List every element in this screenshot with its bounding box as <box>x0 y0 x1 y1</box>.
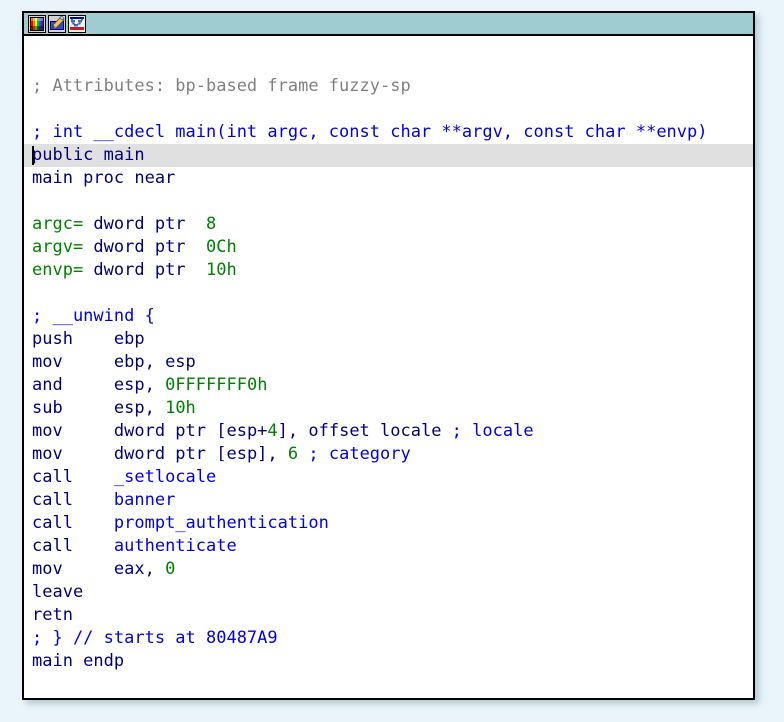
code-line[interactable]: main endp <box>24 650 753 673</box>
code-line[interactable]: main proc near <box>24 167 753 190</box>
code-line[interactable]: push ebp <box>24 328 753 351</box>
code-line[interactable]: argc= dword ptr 8 <box>24 213 753 236</box>
code-line-blank[interactable] <box>24 282 753 305</box>
disassembly-code-area[interactable]: ; Attributes: bp-based frame fuzzy-sp ; … <box>24 36 753 698</box>
code-line[interactable]: ; int __cdecl main(int argc, const char … <box>24 121 753 144</box>
code-line[interactable]: mov dword ptr [esp], 6 ; category <box>24 443 753 466</box>
text-caret <box>32 146 34 165</box>
toolbar <box>24 13 753 36</box>
code-line[interactable]: call banner <box>24 489 753 512</box>
edit-pencil-icon[interactable] <box>47 14 66 33</box>
code-line-highlighted[interactable]: public main <box>24 144 753 167</box>
code-line-blank[interactable] <box>24 98 753 121</box>
code-line[interactable]: mov eax, 0 <box>24 558 753 581</box>
code-line[interactable]: ; __unwind { <box>24 305 753 328</box>
code-line[interactable]: call authenticate <box>24 535 753 558</box>
graph-view-icon[interactable] <box>67 14 86 33</box>
code-line[interactable]: mov dword ptr [esp+4], offset locale ; l… <box>24 420 753 443</box>
code-line[interactable]: leave <box>24 581 753 604</box>
code-line[interactable]: envp= dword ptr 10h <box>24 259 753 282</box>
code-line-blank[interactable] <box>24 190 753 213</box>
code-line[interactable]: retn <box>24 604 753 627</box>
code-line[interactable]: and esp, 0FFFFFFF0h <box>24 374 753 397</box>
code-line[interactable]: sub esp, 10h <box>24 397 753 420</box>
code-line[interactable]: mov ebp, esp <box>24 351 753 374</box>
code-line[interactable]: ; } // starts at 80487A9 <box>24 627 753 650</box>
color-palette-icon[interactable] <box>27 14 46 33</box>
disassembly-window: ; Attributes: bp-based frame fuzzy-sp ; … <box>22 11 755 700</box>
code-line[interactable]: call _setlocale <box>24 466 753 489</box>
code-line[interactable]: ; Attributes: bp-based frame fuzzy-sp <box>24 75 753 98</box>
code-line[interactable]: call prompt_authentication <box>24 512 753 535</box>
code-line[interactable]: argv= dword ptr 0Ch <box>24 236 753 259</box>
